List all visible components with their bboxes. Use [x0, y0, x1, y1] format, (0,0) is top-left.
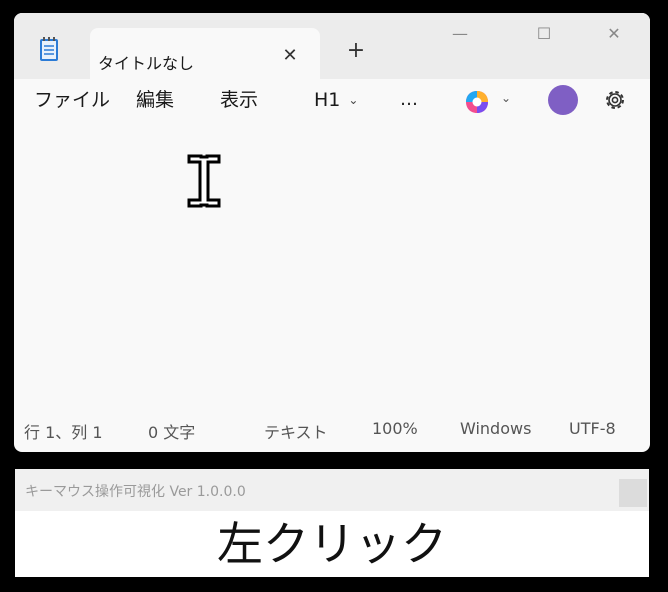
zoom-level[interactable]: 100% [372, 419, 418, 438]
chevron-down-icon: ⌄ [348, 93, 359, 107]
menu-view[interactable]: 表示 [220, 87, 258, 113]
visualizer-action-text: 左クリック [217, 517, 447, 571]
menu-edit[interactable]: 編集 [136, 87, 174, 113]
gear-icon[interactable] [602, 87, 628, 113]
avatar[interactable] [548, 85, 578, 115]
character-count: 0 文字 [148, 423, 196, 442]
close-window-icon[interactable]: ✕ [596, 21, 632, 47]
visualizer-title-button[interactable] [619, 479, 647, 507]
cursor-position[interactable]: 行 1、列 1 [24, 419, 103, 443]
new-tab-icon[interactable]: + [344, 37, 368, 65]
notepad-window: タイトルなし ✕ + — ☐ ✕ ファイル 編集 表示 H1 ⌄ … ⌄ 行 1… [14, 13, 650, 452]
line-ending[interactable]: Windows [460, 419, 531, 438]
menu-file[interactable]: ファイル [34, 87, 110, 113]
format-mode[interactable]: テキスト [264, 419, 328, 443]
more-options-button[interactable]: … [394, 87, 424, 113]
input-visualizer-window: キーマウス操作可視化 Ver 1.0.0.0 左クリック [15, 469, 649, 577]
copilot-chevron-down-icon[interactable]: ⌄ [501, 91, 511, 105]
visualizer-title-bar[interactable]: キーマウス操作可視化 Ver 1.0.0.0 [15, 469, 649, 511]
copilot-icon[interactable] [464, 89, 490, 115]
text-cursor-ibeam-icon [187, 154, 221, 208]
document-tab[interactable]: タイトルなし ✕ [90, 28, 320, 79]
title-bar[interactable]: タイトルなし ✕ + — ☐ ✕ [14, 13, 650, 79]
maximize-icon[interactable]: ☐ [526, 21, 562, 47]
text-editor-area[interactable] [14, 121, 650, 411]
visualizer-title: キーマウス操作可視化 Ver 1.0.0.0 [25, 484, 246, 500]
status-bar: 行 1、列 1 0 文字 テキスト 100% Windows UTF-8 [14, 413, 650, 445]
encoding[interactable]: UTF-8 [569, 419, 616, 438]
tab-title: タイトルなし [98, 54, 195, 73]
heading-dropdown-label: H1 [314, 89, 341, 111]
heading-dropdown[interactable]: H1 ⌄ [314, 87, 358, 113]
notepad-app-icon [40, 37, 58, 61]
minimize-icon[interactable]: — [442, 21, 478, 47]
close-tab-icon[interactable]: ✕ [278, 44, 302, 68]
menu-bar: ファイル 編集 表示 H1 ⌄ … ⌄ [14, 79, 650, 121]
